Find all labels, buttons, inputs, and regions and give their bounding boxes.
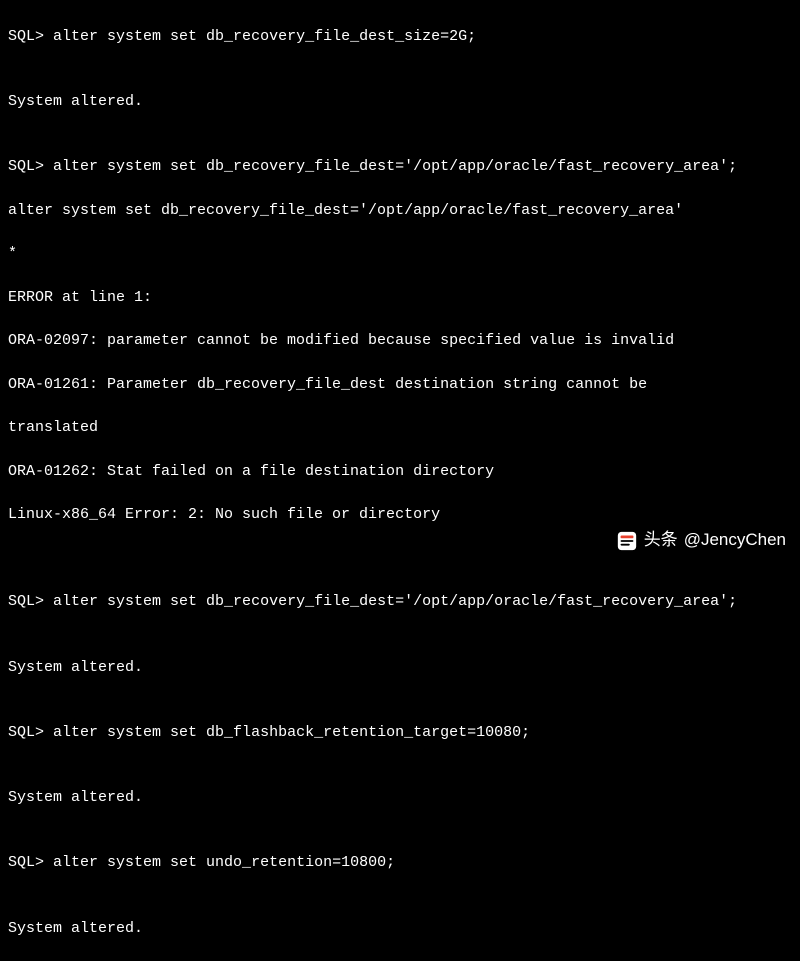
- sql-prompt: SQL>: [8, 593, 44, 610]
- error-line: ORA-01262: Stat failed on a file destina…: [8, 461, 792, 483]
- error-marker: *: [8, 243, 792, 265]
- watermark-handle: @JencyChen: [684, 528, 786, 553]
- command-line: SQL> alter system set db_flashback_reten…: [8, 722, 792, 744]
- response-line: System altered.: [8, 787, 792, 809]
- command-text: alter system set undo_retention=10800;: [53, 854, 395, 871]
- error-line: translated: [8, 417, 792, 439]
- sql-prompt: SQL>: [8, 724, 44, 741]
- response-line: System altered.: [8, 918, 792, 940]
- error-line: Linux-x86_64 Error: 2: No such file or d…: [8, 504, 792, 526]
- toutiao-icon: [616, 530, 638, 552]
- command-text: alter system set db_recovery_file_dest='…: [53, 593, 737, 610]
- response-line: System altered.: [8, 657, 792, 679]
- error-line: ERROR at line 1:: [8, 287, 792, 309]
- command-line: SQL> alter system set db_recovery_file_d…: [8, 156, 792, 178]
- response-line: System altered.: [8, 91, 792, 113]
- sql-prompt: SQL>: [8, 158, 44, 175]
- error-line: ORA-01261: Parameter db_recovery_file_de…: [8, 374, 792, 396]
- command-line: SQL> alter system set db_recovery_file_d…: [8, 591, 792, 613]
- command-line: SQL> alter system set undo_retention=108…: [8, 852, 792, 874]
- watermark-prefix: 头条: [644, 528, 678, 553]
- echo-line: alter system set db_recovery_file_dest='…: [8, 200, 792, 222]
- sql-prompt: SQL>: [8, 28, 44, 45]
- command-line: SQL> alter system set db_recovery_file_d…: [8, 26, 792, 48]
- command-text: alter system set db_recovery_file_dest='…: [53, 158, 737, 175]
- watermark: 头条 @JencyChen: [616, 528, 786, 553]
- sql-prompt: SQL>: [8, 854, 44, 871]
- error-line: ORA-02097: parameter cannot be modified …: [8, 330, 792, 352]
- command-text: alter system set db_recovery_file_dest_s…: [53, 28, 476, 45]
- terminal-output[interactable]: SQL> alter system set db_recovery_file_d…: [8, 4, 792, 961]
- command-text: alter system set db_flashback_retention_…: [53, 724, 530, 741]
